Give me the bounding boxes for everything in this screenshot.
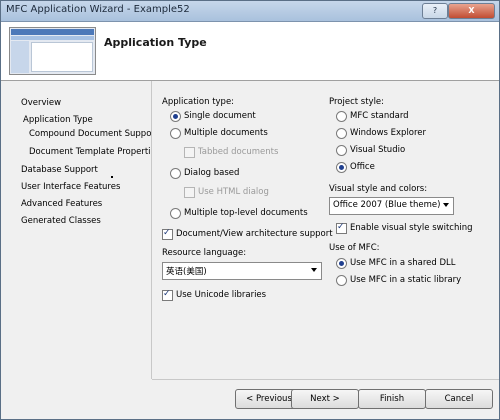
checkbox-label: Document/View architecture support xyxy=(176,229,333,239)
radio-label: Dialog based xyxy=(184,168,240,178)
radio-label: Multiple top-level documents xyxy=(184,208,308,218)
radio-label: Multiple documents xyxy=(184,128,268,138)
chevron-down-icon xyxy=(311,268,317,272)
application-type-label: Application type: xyxy=(162,97,235,107)
radio-icon xyxy=(336,162,347,173)
radio-label: Use MFC in a static library xyxy=(350,275,462,285)
chevron-down-icon xyxy=(443,203,449,207)
footer-divider xyxy=(152,379,499,380)
checkbox-icon xyxy=(184,187,195,198)
window-title: MFC Application Wizard - Example52 xyxy=(6,4,190,15)
page-title: Application Type xyxy=(104,36,207,49)
nav-item-document-template-properties[interactable]: Document Template Properties xyxy=(29,147,160,157)
visual-style-label: Visual style and colors: xyxy=(329,184,428,194)
checkbox-label: Use Unicode libraries xyxy=(176,290,267,300)
cancel-button[interactable]: Cancel xyxy=(425,389,493,409)
visual-style-select[interactable]: Office 2007 (Blue theme) xyxy=(329,197,454,215)
project-style-label: Project style: xyxy=(329,97,385,107)
radio-label: MFC standard xyxy=(350,111,409,121)
use-of-mfc-label: Use of MFC: xyxy=(329,243,380,253)
wizard-header: Application Type xyxy=(1,22,499,81)
radio-label: Use MFC in a shared DLL xyxy=(350,258,456,268)
radio-label: Single document xyxy=(184,111,256,121)
wizard-content: Application type: Single document Multip… xyxy=(152,81,499,379)
checkbox-label: Tabbed documents xyxy=(198,147,279,157)
radio-label: Office xyxy=(350,162,375,172)
radio-icon xyxy=(170,111,181,122)
nav-item-overview[interactable]: Overview xyxy=(21,98,61,108)
nav-item-database-support[interactable]: Database Support xyxy=(21,165,98,175)
radio-icon xyxy=(336,145,347,156)
mouse-cursor-icon xyxy=(111,176,113,178)
radio-icon xyxy=(170,208,181,219)
checkbox-icon xyxy=(336,222,347,234)
help-icon[interactable]: ? xyxy=(422,3,448,19)
radio-icon xyxy=(170,168,181,179)
radio-icon xyxy=(336,111,347,122)
nav-item-application-type[interactable]: Application Type xyxy=(23,115,93,125)
next-button[interactable]: Next > xyxy=(291,389,359,409)
radio-icon xyxy=(336,275,347,286)
checkbox-label: Use HTML dialog xyxy=(198,187,269,197)
nav-item-generated-classes[interactable]: Generated Classes xyxy=(21,216,101,226)
wizard-window: MFC Application Wizard - Example52 ? X A… xyxy=(0,0,500,420)
checkbox-icon xyxy=(162,289,173,301)
select-value: Office 2007 (Blue theme) xyxy=(333,200,441,210)
wizard-nav: Overview Application Type Compound Docum… xyxy=(1,81,160,419)
nav-item-compound-document-support[interactable]: Compound Document Support xyxy=(29,129,158,139)
checkbox-label: Enable visual style switching xyxy=(350,223,473,233)
radio-icon xyxy=(336,258,347,269)
close-icon[interactable]: X xyxy=(448,3,495,19)
resource-language-label: Resource language: xyxy=(162,248,247,258)
application-preview-icon xyxy=(9,27,96,75)
radio-label: Windows Explorer xyxy=(350,128,427,138)
finish-button[interactable]: Finish xyxy=(358,389,426,409)
radio-icon xyxy=(170,128,181,139)
select-value: 英语(美国) xyxy=(166,267,207,277)
nav-item-advanced-features[interactable]: Advanced Features xyxy=(21,199,102,209)
checkbox-icon xyxy=(162,228,173,240)
radio-icon xyxy=(336,128,347,139)
checkbox-icon xyxy=(184,147,195,158)
radio-label: Visual Studio xyxy=(350,145,406,155)
nav-item-user-interface-features[interactable]: User Interface Features xyxy=(21,182,120,192)
resource-language-select[interactable]: 英语(美国) xyxy=(162,262,322,280)
title-bar[interactable]: MFC Application Wizard - Example52 ? X xyxy=(1,1,499,22)
